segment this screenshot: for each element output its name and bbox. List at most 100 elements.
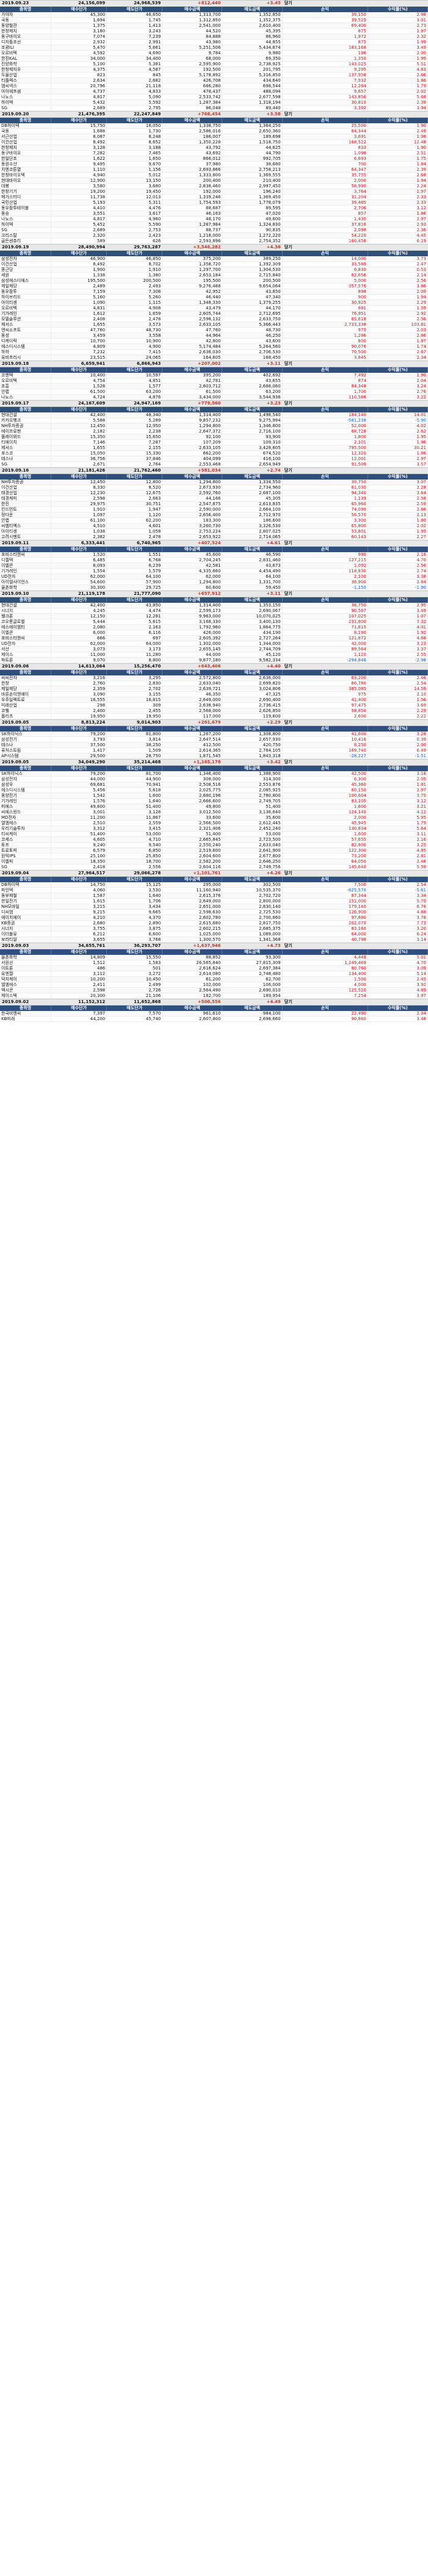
table-cell: 1,554 [51, 569, 107, 574]
table-cell: 10,700 [51, 339, 107, 344]
table-cell: 1.86 [368, 78, 428, 83]
table-cell: 970 [283, 328, 368, 333]
summary-cell: 21,119,178 [78, 591, 106, 596]
stock-name-cell: 삼성우 [0, 782, 52, 787]
table-cell: 12,001 [283, 456, 368, 461]
table-cell: 1,754,593 [162, 200, 223, 205]
table-cell: 21,118 [107, 84, 163, 88]
table-cell: 961,610 [162, 1011, 223, 1016]
table-cell: 4.83 [368, 67, 428, 72]
table-cell: 662,200 [162, 451, 223, 456]
table-cell: 2.86 [368, 333, 428, 338]
summary-cell: +3,546,282 [193, 245, 221, 250]
stock-name-cell: 나노스 [0, 217, 52, 221]
table-cell: 1.74 [368, 344, 428, 349]
table-row: 코엔텍 10,400 10,597 395,200 402,692 7,492 1.90 [0, 373, 428, 378]
table-cell: 1.92 [368, 630, 428, 635]
stock-name-cell: 디씨엠 [0, 910, 52, 915]
stock-name-cell: 엑시콘 [0, 988, 52, 993]
column-header: 매수단가 [51, 726, 107, 732]
table-cell: 13,150 [107, 178, 163, 183]
table-cell: 2,656,400 [162, 513, 223, 517]
table-cell: 1,792,960 [162, 625, 223, 630]
column-header: 매수금액 [162, 1006, 223, 1011]
table-row: 한진 29,975 30,751 2,547,875 2,613,835 65,960 2.… [0, 502, 428, 507]
table-cell: 2,595,900 [162, 62, 223, 67]
summary-cell: 29,763,287 [134, 245, 161, 250]
column-header: 종목명 [0, 766, 52, 771]
table-row: 기가레인 1,554 1,579 4,335,660 4,454,490 118,830 2… [0, 569, 428, 574]
stock-name-cell: 나노스 [0, 95, 52, 99]
table-cell: 1,352,850 [222, 12, 283, 17]
table-cell: 2,519,600 [162, 848, 223, 853]
stock-name-cell: AP시스템 [0, 754, 52, 758]
column-header: 수익률(%) [368, 597, 428, 603]
table-row: 플리츠 19,950 19,950 117,000 119,600 2,600 2.22 [0, 714, 428, 719]
table-cell: 58,990 [283, 184, 368, 189]
table-cell: 2.68 [368, 173, 428, 178]
stock-name-cell: SG [0, 106, 52, 110]
table-cell: 2,590,000 [162, 507, 223, 512]
table-cell: 4,370 [107, 915, 163, 920]
table-cell: 1,745 [107, 18, 163, 23]
stock-name-cell: 제이스 [0, 652, 52, 657]
table-cell: 5,381 [107, 62, 163, 67]
table-cell: 2.97 [368, 456, 428, 461]
table-cell: 1,622 [51, 156, 107, 161]
table-cell: 1,369,555 [222, 173, 283, 178]
table-body: 씨씨전자 3,216 3,295 2,572,800 2,636,000 63,200 2.… [0, 675, 428, 719]
table-cell: 434,640 [222, 78, 283, 83]
column-header: 수익률(%) [368, 877, 428, 882]
table-cell: 2.09 [368, 289, 428, 294]
table-row: DB하이텍 15,750 16,050 1,338,750 1,364,250 25,50… [0, 123, 428, 129]
table-row: SG 2,689 2,795 86,048 89,440 3,392 3.94 [0, 106, 428, 111]
stock-name-cell: 제서스 [0, 445, 52, 450]
table-cell: 3.28 [368, 732, 428, 736]
table-cell: 2,613,835 [222, 502, 283, 506]
table-cell: 64,344 [283, 129, 368, 134]
table-cell: 4,876 [107, 395, 163, 400]
table-cell: 2,080 [51, 625, 107, 630]
column-header: 매도단가 [107, 547, 163, 552]
table-cell: 2,706 [283, 206, 368, 210]
table-cell: 1.90 [368, 123, 428, 128]
table-cell: 160,456 [283, 239, 368, 243]
summary-cell: 2019.09.05 [2, 760, 29, 765]
table-cell: 2,800,000 [222, 899, 283, 904]
table-cell: 3.49 [368, 45, 428, 50]
table-cell: 2,698,660 [222, 1016, 283, 1021]
table-cell: 121,872 [283, 636, 368, 641]
table-cell: 1,120 [107, 513, 163, 517]
table-cell: 1,097 [51, 513, 107, 517]
table-cell: 6,579 [51, 848, 107, 853]
table-cell: 2,738,925 [222, 62, 283, 67]
table-cell: 2,582,200 [162, 859, 223, 864]
table-cell: 2,605,392 [162, 636, 223, 641]
table-cell: 97,880 [283, 915, 368, 920]
table-cell: 1,353,150 [222, 603, 283, 608]
table-cell: 53,801 [283, 529, 368, 534]
stock-name-cell: 현대건설 [0, 603, 52, 608]
table-row: 씨에스윈드 3,001 3,128 3,012,500 3,136,640 124,140… [0, 810, 428, 815]
table-cell: 1,512 [51, 960, 107, 965]
table-row: 하이텍 5,452 5,590 1,287,984 1,324,830 37,816 2.9… [0, 222, 428, 228]
column-header: 매수단가 [51, 877, 107, 882]
column-header: 매도금액 [222, 474, 283, 480]
table-cell: -2.98 [368, 658, 428, 663]
table-cell: 1,350 [283, 56, 368, 61]
table-row: 동우팜투테이블 4,410 4,476 88,687 89,595 2,706 3.12 [0, 206, 428, 211]
table-cell: 1.94 [368, 178, 428, 183]
table-cell: 2,566,500 [162, 821, 223, 826]
table-cell: 3,764 [283, 189, 368, 194]
column-header: 손익 [283, 474, 368, 480]
table-cell: 2.98 [368, 12, 428, 17]
stock-name-cell: 기가레인 [0, 569, 52, 574]
table-cell: 195,500 [51, 278, 107, 283]
column-header: 수익률(%) [368, 726, 428, 732]
table-cell: 4,831 [51, 306, 107, 311]
table-cell: 2.34 [368, 1011, 428, 1016]
table-cell: 61,030 [283, 485, 368, 490]
summary-cell: 당기 [284, 361, 292, 366]
table-cell: 2,478 [107, 317, 163, 322]
summary-cell: 34,049,290 [78, 760, 106, 765]
